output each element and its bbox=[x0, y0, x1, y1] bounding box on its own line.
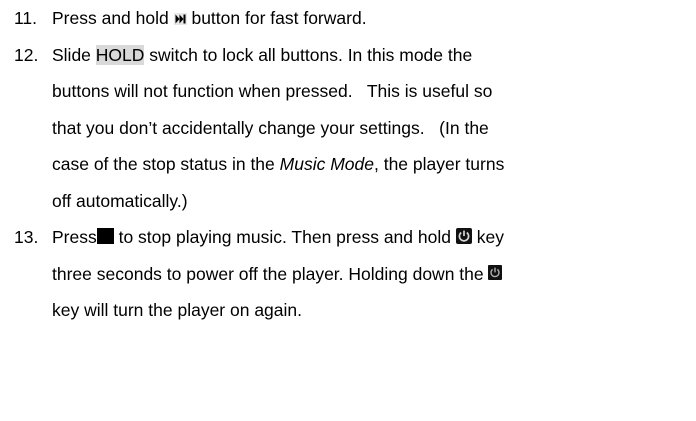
item-line: buttons will not function when pressed. … bbox=[52, 81, 493, 101]
list-item-13: 13. Press to stop playing music. Then pr… bbox=[14, 219, 694, 329]
item-text: Press and hold bbox=[52, 8, 174, 28]
fast-forward-icon bbox=[173, 13, 187, 26]
item-number: 12. bbox=[14, 44, 39, 65]
hold-highlight: HOLD bbox=[95, 44, 145, 65]
list-item-12: 12. Slide HOLD switch to lock all button… bbox=[14, 37, 694, 220]
item-text: to stop playing music. Then press and ho… bbox=[113, 227, 456, 247]
music-mode-text: Music Mode bbox=[279, 154, 374, 174]
item-text: Slide bbox=[52, 44, 96, 65]
item-line: Slide HOLD switch to lock all buttons. I… bbox=[52, 37, 694, 74]
item-text: case of the stop status in the bbox=[52, 154, 280, 174]
item-line: off automatically.) bbox=[52, 190, 188, 211]
list-item-11: 11. Press and hold button for fast forwa… bbox=[14, 0, 694, 37]
item-text: key bbox=[471, 227, 504, 247]
stop-icon bbox=[96, 228, 114, 245]
item-line: Press and hold button for fast forward. bbox=[52, 0, 694, 37]
instruction-list: 11. Press and hold button for fast forwa… bbox=[14, 0, 694, 329]
power-icon bbox=[488, 265, 503, 281]
item-line: that you don’t accidentally change your … bbox=[52, 117, 489, 138]
item-text: , the player turns bbox=[373, 154, 505, 174]
power-icon bbox=[455, 228, 472, 245]
item-number: 11. bbox=[14, 8, 38, 28]
item-line: Press to stop playing music. Then press … bbox=[52, 219, 694, 256]
item-text: button for fast forward. bbox=[186, 8, 367, 28]
item-line: key will turn the player on again. bbox=[52, 300, 302, 320]
item-text: switch to lock all buttons. In this mode… bbox=[144, 44, 473, 65]
item-line: case of the stop status in the Music Mod… bbox=[52, 146, 694, 183]
item-line: three seconds to power off the player. H… bbox=[52, 256, 694, 293]
item-number: 13. bbox=[14, 227, 39, 247]
item-text: three seconds to power off the player. H… bbox=[52, 263, 489, 284]
item-text: Press bbox=[52, 227, 97, 247]
